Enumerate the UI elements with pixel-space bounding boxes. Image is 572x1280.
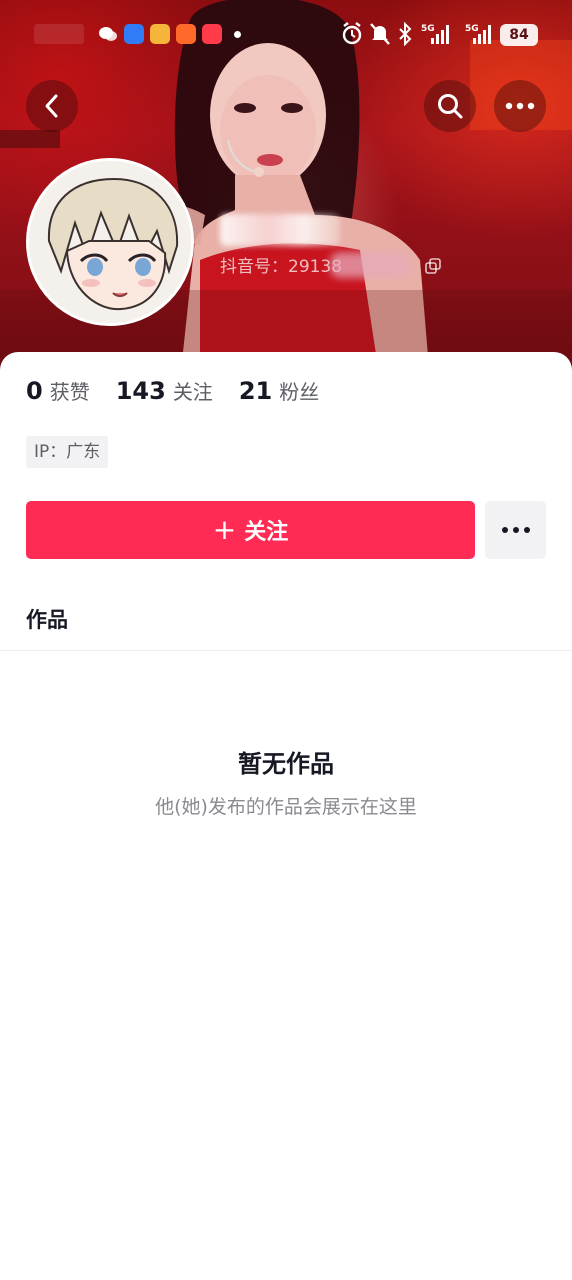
profile-stats: 0 获赞 143 关注 21 粉丝 xyxy=(26,376,345,412)
svg-text:5G: 5G xyxy=(421,24,435,34)
status-bar: 5G 5G 84 xyxy=(0,0,572,68)
user-name xyxy=(220,214,420,248)
tab-works[interactable]: 作品 xyxy=(26,604,68,636)
wechat-icon xyxy=(98,24,118,44)
follow-button-label: 关注 xyxy=(244,520,289,545)
stat-likes-value: 0 xyxy=(26,377,43,405)
profile-header-banner: 5G 5G 84 抖音号：29138 xyxy=(0,0,572,380)
more-options-button[interactable] xyxy=(494,80,546,132)
stat-following-value: 143 xyxy=(115,377,166,405)
empty-state-subtitle: 他(她)发布的作品会展示在这里 xyxy=(155,796,417,818)
plus-icon: + xyxy=(212,513,237,546)
app-icon-red xyxy=(202,24,222,44)
stat-following[interactable]: 143 关注 xyxy=(116,376,213,405)
more-horizontal-icon xyxy=(505,102,535,110)
stat-followers-label: 粉丝 xyxy=(279,380,320,404)
avatar-image xyxy=(29,161,191,323)
alarm-icon xyxy=(341,22,363,50)
douyin-id-redacted xyxy=(330,252,410,278)
app-icon-blue xyxy=(124,24,144,44)
stat-likes[interactable]: 0 获赞 xyxy=(26,376,90,405)
battery-level: 84 xyxy=(500,24,538,46)
follow-button[interactable]: + 关注 xyxy=(26,501,475,559)
empty-state-title: 暂无作品 xyxy=(238,750,334,778)
signal-5g-icon-2: 5G xyxy=(461,22,495,50)
profile-content: 0 获赞 143 关注 21 粉丝 IP：广东 + 关注 作品 暂无作品 他(她… xyxy=(0,352,572,1280)
more-notifications-dot xyxy=(234,31,241,38)
app-icon-orange xyxy=(176,24,196,44)
avatar[interactable] xyxy=(26,158,194,326)
signal-5g-icon: 5G xyxy=(421,22,453,50)
copy-icon[interactable] xyxy=(425,258,441,278)
search-button[interactable] xyxy=(424,80,476,132)
stat-followers-value: 21 xyxy=(238,377,273,405)
mute-icon xyxy=(369,22,391,50)
svg-text:5G: 5G xyxy=(465,24,479,34)
douyin-id: 抖音号：29138 xyxy=(220,257,343,277)
tab-divider xyxy=(0,650,572,651)
stat-followers[interactable]: 21 粉丝 xyxy=(239,376,319,405)
ip-location-tag: IP：广东 xyxy=(26,436,109,468)
weibo-icon xyxy=(150,24,170,44)
search-icon xyxy=(438,94,463,119)
stat-likes-label: 获赞 xyxy=(49,380,90,404)
bluetooth-icon xyxy=(398,21,412,50)
back-button[interactable] xyxy=(26,80,78,132)
chevron-left-icon xyxy=(45,94,58,118)
stat-following-label: 关注 xyxy=(172,380,213,404)
more-actions-button[interactable] xyxy=(485,501,546,559)
more-horizontal-icon xyxy=(501,527,530,533)
user-name-redacted xyxy=(220,214,340,246)
status-time-blurred xyxy=(34,24,84,44)
